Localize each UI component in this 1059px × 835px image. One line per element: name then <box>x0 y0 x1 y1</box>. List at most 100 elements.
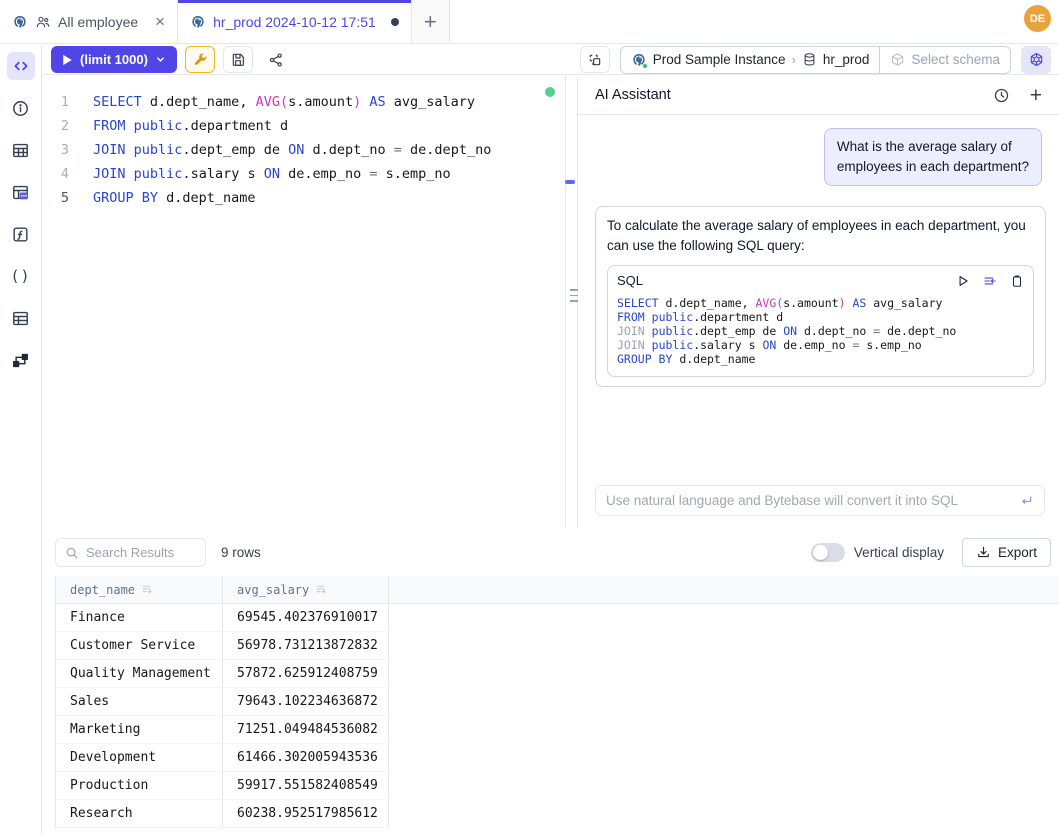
results-toolbar: 9 rows Vertical display Export <box>43 529 1059 576</box>
search-results-input[interactable] <box>86 545 196 560</box>
sql-editor[interactable]: 1SELECT d.dept_name, AVG(s.amount) AS av… <box>43 76 566 528</box>
table-cell[interactable]: 69545.402376910017 <box>223 604 389 632</box>
info-icon <box>11 99 30 118</box>
ai-input-container <box>595 485 1045 516</box>
table-row[interactable]: Production59917.551582408549 <box>56 772 1059 800</box>
rail-item-functions[interactable] <box>7 220 35 248</box>
table-cell[interactable]: Sales <box>56 688 223 716</box>
vertical-display-toggle[interactable] <box>811 543 845 562</box>
parentheses-icon: () <box>10 267 30 285</box>
history-clock-icon[interactable] <box>993 87 1010 104</box>
table-row[interactable]: Marketing71251.049484536082 <box>56 716 1059 744</box>
assistant-message-line: can use the following SQL query: <box>607 236 1034 256</box>
table-cell[interactable]: 56978.731213872832 <box>223 632 389 660</box>
ai-assistant-button[interactable] <box>1021 46 1051 74</box>
user-message-bubble: What is the average salary of employees … <box>824 128 1042 186</box>
rail-item-worksheet[interactable] <box>7 52 35 80</box>
editor-scrollbar-thumb[interactable] <box>565 180 575 184</box>
run-query-button[interactable]: (limit 1000) <box>51 46 177 73</box>
rail-item-er-diagram[interactable] <box>7 346 35 374</box>
copy-code-icon[interactable] <box>1010 274 1024 288</box>
table-cell[interactable]: Development <box>56 744 223 772</box>
table-row[interactable]: Finance69545.402376910017 <box>56 604 1059 632</box>
close-icon[interactable]: × <box>155 13 165 30</box>
ai-prompt-input[interactable] <box>606 493 1019 508</box>
chevron-down-icon <box>155 54 166 65</box>
table-cell[interactable]: 60238.952517985612 <box>223 800 389 828</box>
instance-selector[interactable]: Prod Sample Instance › hr_prod <box>621 47 880 73</box>
editor-line[interactable]: 5GROUP BY d.dept_name <box>43 186 565 210</box>
function-icon <box>11 225 30 244</box>
table-row[interactable]: Sales79643.102234636872 <box>56 688 1059 716</box>
new-chat-icon[interactable]: + <box>1030 85 1042 106</box>
share-sheet-button[interactable] <box>261 46 291 73</box>
run-code-icon[interactable] <box>956 274 970 288</box>
database-name: hr_prod <box>823 52 870 67</box>
table-cell[interactable]: 61466.302005943536 <box>223 744 389 772</box>
tab-all-employee[interactable]: All employee × <box>0 0 178 43</box>
rail-item-tables[interactable] <box>7 136 35 164</box>
table-cell[interactable]: Customer Service <box>56 632 223 660</box>
table-cell[interactable]: Quality Management <box>56 660 223 688</box>
column-header-avg-salary[interactable]: avg_salary <box>223 576 389 603</box>
table-cell[interactable]: 59917.551582408549 <box>223 772 389 800</box>
table-detail-icon <box>11 309 30 328</box>
unsaved-dot-icon <box>391 18 399 26</box>
avatar[interactable]: DE <box>1024 5 1051 32</box>
table-header-row: dept_name avg_salary <box>56 576 1059 604</box>
save-icon <box>230 52 246 68</box>
editor-line[interactable]: 4JOIN public.salary s ON de.emp_no = s.e… <box>43 162 565 186</box>
results-panel: 9 rows Vertical display Export dept_name <box>43 529 1059 835</box>
table-row[interactable]: Customer Service56978.731213872832 <box>56 632 1059 660</box>
ai-code-line: FROM public.department d <box>617 310 1024 324</box>
editor-line[interactable]: 3JOIN public.dept_emp de ON d.dept_no = … <box>43 138 565 162</box>
table-cell[interactable]: 79643.102234636872 <box>223 688 389 716</box>
user-message-line: employees in each department? <box>837 157 1029 177</box>
rail-item-schema-diagram[interactable] <box>7 178 35 206</box>
table-cell[interactable]: 57872.625912408759 <box>223 660 389 688</box>
table-cell[interactable]: 71251.049484536082 <box>223 716 389 744</box>
insert-into-editor-icon[interactable] <box>982 274 998 288</box>
sql-code-block: SQL SELECT d <box>607 265 1034 377</box>
table-row[interactable]: Development61466.302005943536 <box>56 744 1059 772</box>
rail-item-external-tables[interactable] <box>7 304 35 332</box>
table-row[interactable]: Quality Management57872.625912408759 <box>56 660 1059 688</box>
export-label: Export <box>998 545 1037 560</box>
table-cell[interactable]: Marketing <box>56 716 223 744</box>
export-button[interactable]: Export <box>962 538 1051 567</box>
editor-line[interactable]: 1SELECT d.dept_name, AVG(s.amount) AS av… <box>43 90 565 114</box>
format-sql-button[interactable] <box>185 46 215 73</box>
column-label: avg_salary <box>237 583 309 597</box>
group-icon <box>35 14 51 30</box>
schema-placeholder: Select schema <box>911 52 1000 67</box>
connection-chip: Prod Sample Instance › hr_prod Select sc… <box>620 46 1011 74</box>
column-header-dept-name[interactable]: dept_name <box>56 576 223 603</box>
vertical-display-label: Vertical display <box>854 545 944 560</box>
play-icon <box>62 54 73 66</box>
line-number: 2 <box>43 114 93 138</box>
schema-selector[interactable]: Select schema <box>879 47 1010 73</box>
ai-chat-area: What is the average salary of employees … <box>578 115 1059 387</box>
postgres-icon <box>12 14 28 30</box>
save-sheet-button[interactable] <box>223 46 253 73</box>
instance-health-dot <box>642 63 648 69</box>
ai-code-line: SELECT d.dept_name, AVG(s.amount) AS avg… <box>617 296 1024 310</box>
return-icon[interactable] <box>1019 493 1034 508</box>
instance-name: Prod Sample Instance <box>653 52 786 67</box>
rail-item-procedures[interactable]: () <box>7 262 35 290</box>
select-connection-button[interactable] <box>580 46 610 73</box>
tab-hr-prod[interactable]: hr_prod 2024-10-12 17:51 <box>178 0 412 43</box>
new-tab-button[interactable]: + <box>412 0 450 43</box>
table-cell[interactable]: Research <box>56 800 223 828</box>
wrench-icon <box>192 52 208 68</box>
ai-code-line: JOIN public.salary s ON de.emp_no = s.em… <box>617 338 1024 352</box>
table-cell[interactable]: Production <box>56 772 223 800</box>
layout-icon <box>587 52 603 68</box>
table-row[interactable]: Research60238.952517985612 <box>56 800 1059 828</box>
rail-item-info[interactable] <box>7 94 35 122</box>
editor-line[interactable]: 2FROM public.department d <box>43 114 565 138</box>
table-cell[interactable]: Finance <box>56 604 223 632</box>
connection-health-dot <box>545 87 555 97</box>
table-icon <box>11 141 30 160</box>
tab-label: hr_prod 2024-10-12 17:51 <box>213 14 376 30</box>
